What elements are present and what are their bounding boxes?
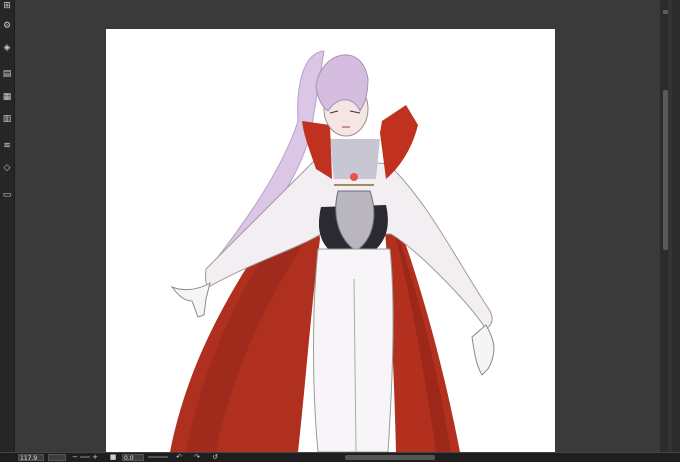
- scrollbar-top-marker: [663, 10, 668, 14]
- rotation-field[interactable]: 0.0: [122, 454, 144, 462]
- layers-icon[interactable]: ◇: [1, 162, 13, 174]
- fill-layer-icon[interactable]: ◈: [1, 42, 13, 54]
- zoom-dropdown[interactable]: [48, 454, 66, 461]
- stack-icon[interactable]: ≋: [1, 140, 13, 152]
- layer-add-icon[interactable]: ⊞: [1, 0, 13, 12]
- folder-icon[interactable]: ▭: [1, 189, 13, 201]
- film-icon[interactable]: ▥: [1, 113, 13, 125]
- zoom-slider[interactable]: [80, 456, 90, 458]
- rotation-slider[interactable]: [148, 456, 168, 458]
- scrollbar-thumb[interactable]: [663, 90, 668, 250]
- grid-icon[interactable]: ▦: [1, 91, 13, 103]
- scrollbar-track[interactable]: [668, 0, 672, 452]
- artwork-illustration: [170, 50, 495, 452]
- horizontal-scrollbar-thumb[interactable]: [345, 455, 435, 460]
- layer-panel-icon[interactable]: ▤: [1, 68, 13, 80]
- left-toolbar: ⊞ ⚙ ◈ ▤ ▦ ▥ ≋ ◇ ▭: [0, 0, 15, 452]
- drawing-canvas[interactable]: [106, 29, 555, 452]
- gear-layer-icon[interactable]: ⚙: [1, 20, 13, 32]
- zoom-field[interactable]: 117.9: [18, 454, 44, 462]
